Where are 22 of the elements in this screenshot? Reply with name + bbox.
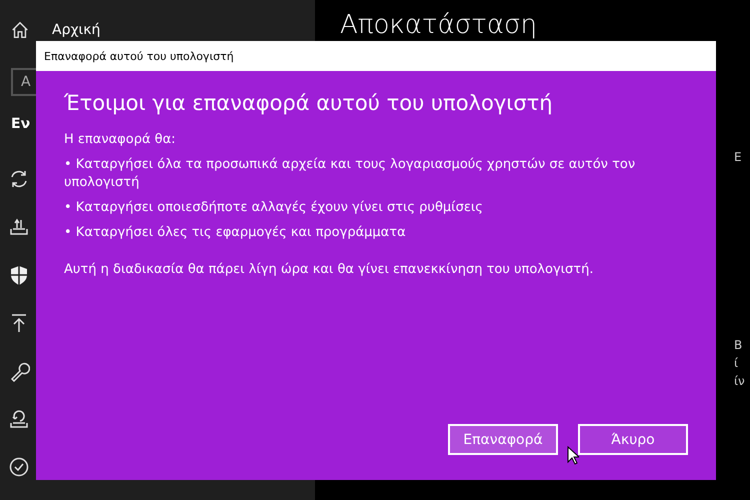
setting-text: ίν (734, 374, 745, 388)
shield-icon[interactable] (8, 264, 30, 286)
intro-text: Η επαναφορά θα: (64, 131, 177, 149)
bullet-text: • Καταργήσει όλες τις εφαρμογές και προγράμματα (64, 224, 407, 242)
dialog-heading: Έτοιμοι για επαναφορά αυτού του υπολογιστή (64, 91, 554, 115)
reset-button[interactable]: Επαναφορά (448, 424, 558, 455)
recovery-icon[interactable] (8, 408, 30, 430)
page-title: Αποκατάσταση (340, 10, 538, 40)
home-icon (10, 20, 30, 40)
mouse-pointer-icon (567, 446, 579, 465)
check-icon[interactable] (8, 456, 30, 478)
setting-text: B (734, 338, 742, 352)
cancel-button[interactable]: Άκυρο (578, 424, 688, 455)
bullet-text: • Καταργήσει οποιεσδήποτε αλλαγές έχουν γίνει στις ρυθμίσεις (64, 199, 484, 217)
setting-text: Ε (734, 150, 742, 164)
section-heading: Εν (11, 116, 32, 132)
setting-text: ί (734, 356, 738, 370)
bullet-text: • Καταργήσει όλα τα προσωπικά αρχεία και τους λογαριασμούς χρηστών σε αυτόν τον υπολογιστή (64, 156, 636, 192)
note-text: Αυτή η διαδικασία θα πάρει λίγη ώρα και θα γίνει επανεκκίνηση του υπολογιστή. (64, 261, 594, 279)
dialog-title: Επαναφορά αυτού του υπολογιστή (44, 50, 234, 62)
wrench-icon[interactable] (8, 360, 30, 382)
home-link[interactable]: Αρχική (52, 22, 100, 38)
